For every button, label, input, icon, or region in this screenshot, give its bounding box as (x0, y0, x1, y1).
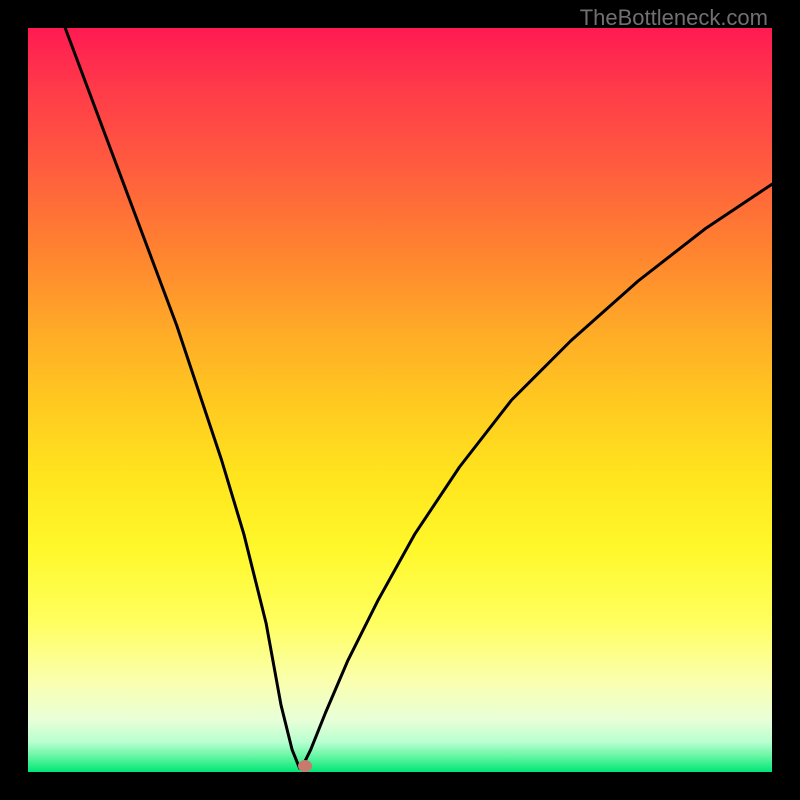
bottleneck-curve (28, 28, 772, 772)
minimum-marker (298, 760, 312, 772)
chart-frame: TheBottleneck.com (0, 0, 800, 800)
plot-area (28, 28, 772, 772)
